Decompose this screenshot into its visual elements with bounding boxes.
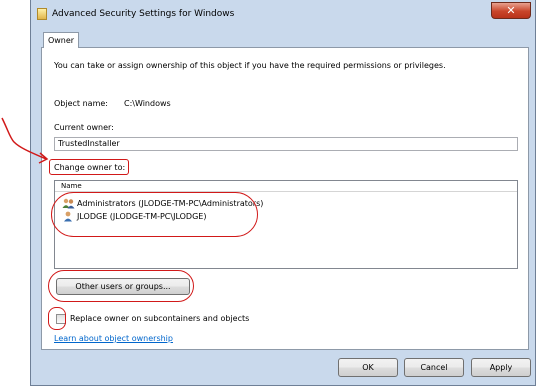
ok-button[interactable]: OK xyxy=(338,358,398,377)
other-users-button[interactable]: Other users or groups... xyxy=(56,278,190,295)
replace-owner-checkbox[interactable] xyxy=(56,314,66,324)
list-header-name[interactable]: Name xyxy=(55,181,517,192)
object-name-label: Object name: xyxy=(54,99,108,108)
object-name-value: C:\Windows xyxy=(124,99,171,108)
window-title: Advanced Security Settings for Windows xyxy=(52,9,235,19)
list-item-label: Administrators (JLODGE-TM-PC\Administrat… xyxy=(77,199,264,208)
change-owner-label: Change owner to: xyxy=(54,163,126,172)
intro-text: You can take or assign ownership of this… xyxy=(54,61,446,70)
folder-icon xyxy=(37,8,47,20)
current-owner-label: Current owner: xyxy=(54,123,114,132)
list-item-administrators[interactable]: Administrators (JLODGE-TM-PC\Administrat… xyxy=(62,197,263,210)
replace-owner-label: Replace owner on subcontainers and objec… xyxy=(70,314,250,323)
owner-panel: You can take or assign ownership of this… xyxy=(41,47,529,350)
close-button[interactable]: ✕ xyxy=(491,2,531,19)
list-item-jlodge[interactable]: JLODGE (JLODGE-TM-PC\JLODGE) xyxy=(62,210,206,223)
learn-ownership-link[interactable]: Learn about object ownership xyxy=(54,334,173,343)
apply-button[interactable]: Apply xyxy=(471,358,531,377)
security-settings-window: Advanced Security Settings for Windows ✕… xyxy=(30,0,536,386)
group-users-icon xyxy=(62,198,75,209)
list-item-label: JLODGE (JLODGE-TM-PC\JLODGE) xyxy=(77,212,207,221)
title-bar[interactable]: Advanced Security Settings for Windows ✕ xyxy=(31,0,535,30)
user-icon xyxy=(62,211,75,222)
cancel-button[interactable]: Cancel xyxy=(404,358,464,377)
owner-list[interactable]: Name Administrators (JLODGE-TM-PC\Admini… xyxy=(54,180,518,269)
current-owner-field: TrustedInstaller xyxy=(54,137,518,151)
tab-owner[interactable]: Owner xyxy=(43,32,79,48)
